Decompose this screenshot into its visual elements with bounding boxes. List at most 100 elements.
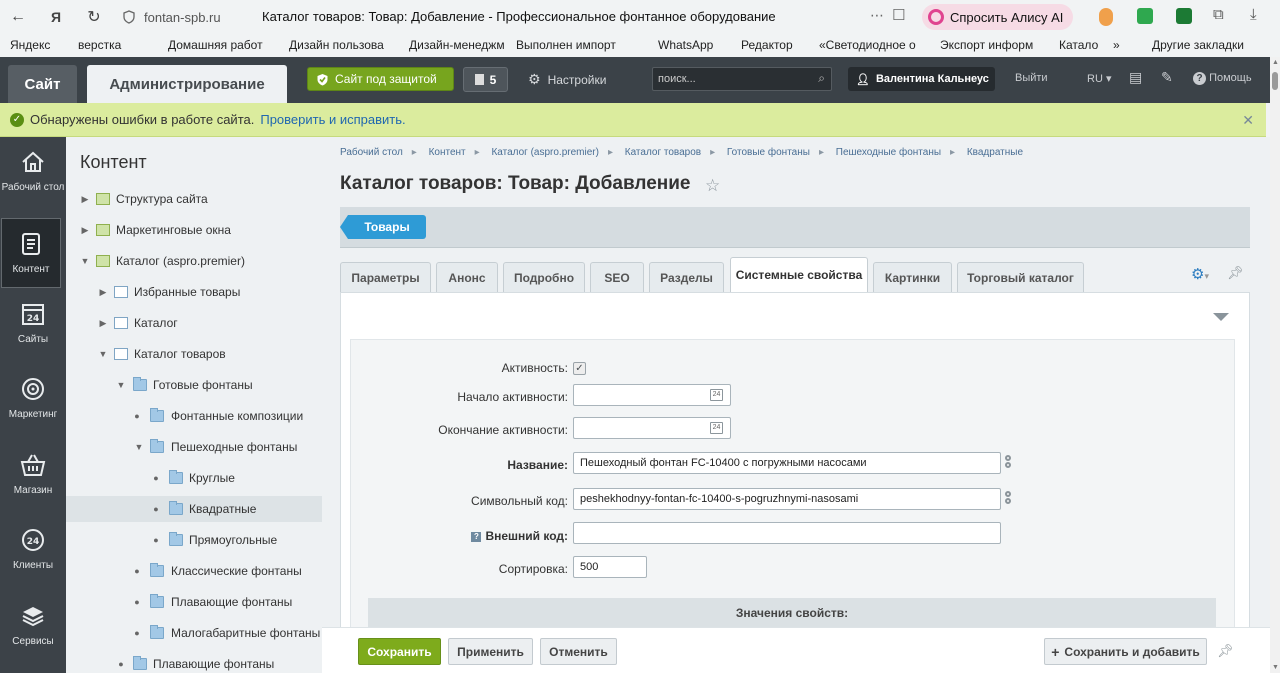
bookmark-design-user[interactable]: Дизайн пользова xyxy=(289,38,384,52)
close-icon[interactable]: ✕ xyxy=(1242,112,1254,129)
tab-details[interactable]: Подробно xyxy=(503,262,585,292)
extension-icon[interactable] xyxy=(1137,8,1153,24)
breadcrumb-item[interactable]: Готовые фонтаны xyxy=(727,147,810,158)
tab-administration[interactable]: Администрирование xyxy=(87,65,287,103)
tab-parameters[interactable]: Параметры xyxy=(340,262,431,292)
settings-button[interactable]: ⚙ Настройки xyxy=(528,71,606,88)
breadcrumb-item[interactable]: Контент xyxy=(429,147,466,158)
end-date-input[interactable]: 24 xyxy=(573,417,731,439)
breadcrumb-item[interactable]: Пешеходные фонтаны xyxy=(836,147,941,158)
scrollbar-thumb[interactable] xyxy=(1272,72,1278,90)
help-button[interactable]: ? Помощь xyxy=(1193,72,1252,85)
cancel-button[interactable]: Отменить xyxy=(540,638,617,665)
tree-item[interactable]: ● Плавающие фонтаны xyxy=(66,651,322,673)
bookmark-design-manager[interactable]: Дизайн-менеджм xyxy=(409,38,505,52)
tab-sections[interactable]: Разделы xyxy=(649,262,724,292)
panel-icon[interactable]: ▤ xyxy=(1129,69,1142,86)
tree-item[interactable]: ▼ Пешеходные фонтаны xyxy=(66,434,322,460)
gear-icon[interactable]: ⚙▾ xyxy=(1191,265,1209,283)
tree-item[interactable]: ▼ Каталог (aspro.premier) xyxy=(66,248,322,274)
search-input[interactable]: поиск... ⌕ xyxy=(652,67,832,91)
sort-input[interactable]: 500 xyxy=(573,556,647,578)
tree-item[interactable]: ▶ Избранные товары xyxy=(66,279,322,305)
extension-icon[interactable] xyxy=(1099,8,1113,26)
tab-system-properties[interactable]: Системные свойства xyxy=(730,257,868,292)
tree-item[interactable]: ▶ Маркетинговые окна xyxy=(66,217,322,243)
bookmark-verstka[interactable]: верстка xyxy=(78,38,121,52)
start-date-input[interactable]: 24 xyxy=(573,384,731,406)
yandex-icon[interactable]: Я xyxy=(46,7,66,27)
save-and-add-button[interactable]: + Сохранить и добавить xyxy=(1044,638,1207,665)
address-bar[interactable]: fontan-spb.ru Каталог товаров: Товар: До… xyxy=(114,5,918,29)
calendar-icon[interactable]: 24 xyxy=(710,389,723,401)
link-icon[interactable] xyxy=(1005,491,1011,507)
bookmark-more[interactable]: » xyxy=(1113,38,1120,52)
bookmark-editor[interactable]: Редактор xyxy=(741,38,793,52)
tab-site[interactable]: Сайт xyxy=(8,65,77,103)
language-select[interactable]: RU ▾ xyxy=(1087,72,1111,85)
breadcrumb-item[interactable]: Каталог (aspro.premier) xyxy=(491,147,598,158)
logout-link[interactable]: Выйти xyxy=(1015,72,1048,84)
bookmark-import[interactable]: Выполнен импорт xyxy=(516,38,616,52)
site-protected-button[interactable]: Сайт под защитой xyxy=(307,67,454,91)
name-input[interactable]: Пешеходный фонтан FC-10400 с погружными … xyxy=(573,452,1001,474)
tree-item[interactable]: ▼ Готовые фонтаны xyxy=(66,372,322,398)
tab-images[interactable]: Картинки xyxy=(873,262,952,292)
scroll-up-icon[interactable]: ▲ xyxy=(1272,59,1279,66)
tree-item[interactable]: ● Фонтанные композиции xyxy=(66,403,322,429)
nav-marketing[interactable]: Маркетинг xyxy=(0,364,66,434)
tree-item-selected[interactable]: ● Квадратные xyxy=(66,496,322,522)
bookmark-yandex[interactable]: Яндекс xyxy=(10,38,50,52)
bookmark-led[interactable]: «Светодиодное о xyxy=(819,38,916,52)
notifications-button[interactable]: 5 xyxy=(463,67,508,92)
calendar-icon[interactable]: 24 xyxy=(710,422,723,434)
tab-trade-catalog[interactable]: Торговый каталог xyxy=(957,262,1084,292)
tab-announce[interactable]: Анонс xyxy=(436,262,498,292)
tree-item[interactable]: ● Малогабаритные фонтаны xyxy=(66,620,322,646)
tree-item[interactable]: ▼ Каталог товаров xyxy=(66,341,322,367)
extension-icon[interactable] xyxy=(1176,8,1192,24)
page-scrollbar[interactable]: ▲ ▼ xyxy=(1270,57,1280,673)
symbolic-code-input[interactable]: peshekhodnyy-fontan-fc-10400-s-pogruzhny… xyxy=(573,488,1001,510)
nav-shop[interactable]: Магазин xyxy=(0,440,66,510)
bookmark-catalog[interactable]: Катало xyxy=(1059,38,1098,52)
bookmark-export[interactable]: Экспорт информ xyxy=(940,38,1033,52)
bookmark-other[interactable]: Другие закладки xyxy=(1152,38,1244,52)
scroll-down-icon[interactable]: ▼ xyxy=(1272,664,1279,671)
collections-icon[interactable]: ⧉ xyxy=(1213,6,1224,23)
tree-item[interactable]: ▶ Каталог xyxy=(66,310,322,336)
pin-icon[interactable]: 📌︎ xyxy=(1227,265,1244,281)
nav-desktop[interactable]: Рабочий стол xyxy=(0,137,66,207)
star-icon[interactable]: ☆ xyxy=(705,176,720,196)
nav-clients[interactable]: 24 Клиенты xyxy=(0,515,66,585)
link-icon[interactable] xyxy=(1005,455,1011,471)
nav-content[interactable]: Контент xyxy=(1,218,61,288)
more-icon[interactable]: ⋯ xyxy=(870,7,884,24)
tree-item[interactable]: ● Классические фонтаны xyxy=(66,558,322,584)
user-button[interactable]: 👤︎ Валентина Кальнеус xyxy=(848,67,995,91)
breadcrumb-item[interactable]: Рабочий стол xyxy=(340,147,403,158)
tree-item[interactable]: ▶ Структура сайта xyxy=(66,186,322,212)
nav-sites[interactable]: 24 Сайты xyxy=(0,289,66,359)
tab-seo[interactable]: SEO xyxy=(590,262,644,292)
pin-icon[interactable]: 📌︎ xyxy=(1217,643,1234,659)
save-button[interactable]: Сохранить xyxy=(358,638,441,665)
bookmark-whatsapp[interactable]: WhatsApp xyxy=(658,38,713,52)
breadcrumb-item[interactable]: Квадратные xyxy=(967,147,1023,158)
back-icon[interactable]: ← xyxy=(8,7,28,27)
external-code-input[interactable] xyxy=(573,522,1001,544)
alisa-button[interactable]: Спросить Алису AI xyxy=(922,4,1074,30)
tree-item[interactable]: ● Плавающие фонтаны xyxy=(66,589,322,615)
tree-item[interactable]: ● Круглые xyxy=(66,465,322,491)
collapse-icon[interactable] xyxy=(1213,313,1229,321)
breadcrumb-item[interactable]: Каталог товаров xyxy=(625,147,701,158)
bookmark-icon[interactable]: ☐ xyxy=(892,6,905,24)
bookmark-homework[interactable]: Домашняя работ xyxy=(168,38,263,52)
tree-item[interactable]: ● Прямоугольные xyxy=(66,527,322,553)
active-checkbox[interactable]: ✓ xyxy=(573,362,586,375)
search-icon[interactable]: ⌕ xyxy=(818,71,825,86)
goods-button[interactable]: Товары xyxy=(340,215,426,239)
downloads-icon[interactable]: ⤓ xyxy=(1250,6,1257,23)
alert-fix-link[interactable]: Проверить и исправить. xyxy=(260,112,405,127)
pin-icon[interactable]: ✎ xyxy=(1161,69,1173,86)
